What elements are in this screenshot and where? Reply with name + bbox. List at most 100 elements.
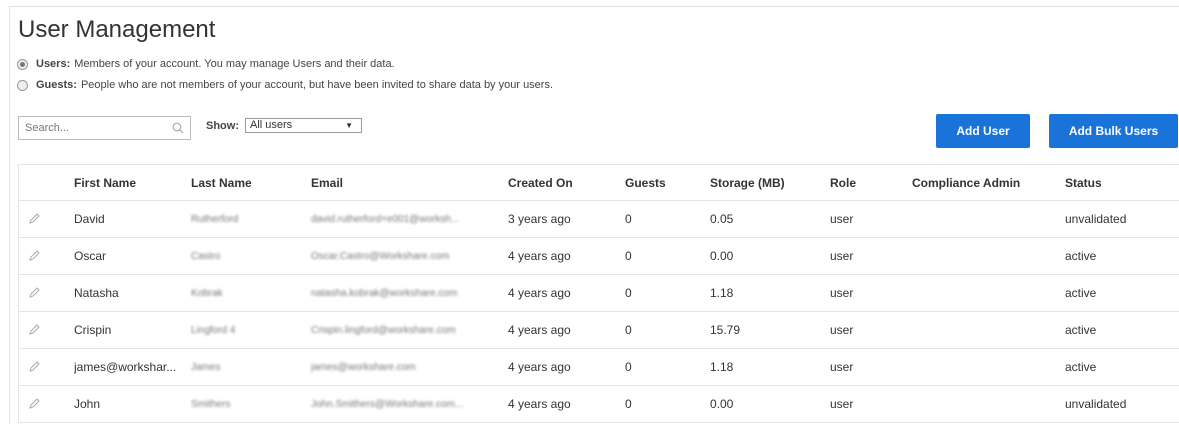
users-radio[interactable] bbox=[17, 58, 28, 70]
guests-radio-description: People who are not members of your accou… bbox=[80, 79, 554, 91]
storage-cell: 15.79 bbox=[710, 323, 741, 337]
table-row[interactable]: james@workshar... James james@workshare.… bbox=[19, 349, 1179, 386]
search-input[interactable] bbox=[19, 117, 159, 139]
email-cell: Oscar.Castro@Workshare.com bbox=[311, 250, 450, 262]
column-header-email[interactable]: Email bbox=[311, 165, 501, 200]
edit-user-button[interactable] bbox=[27, 349, 47, 385]
created-on-cell: 4 years ago bbox=[508, 323, 571, 337]
table-row[interactable]: John Smithers John.Smithers@Workshare.co… bbox=[19, 386, 1179, 423]
role-cell: user bbox=[830, 323, 854, 337]
status-cell: unvalidated bbox=[1065, 212, 1127, 226]
compliance-admin-cell bbox=[912, 349, 1062, 385]
users-radio-label: Users: bbox=[36, 58, 71, 70]
chevron-down-icon: ▼ bbox=[345, 121, 353, 130]
pencil-icon[interactable] bbox=[27, 286, 41, 300]
pencil-icon[interactable] bbox=[27, 212, 41, 226]
role-cell: user bbox=[830, 249, 854, 263]
storage-cell: 0.00 bbox=[710, 249, 734, 263]
created-on-cell: 3 years ago bbox=[508, 212, 571, 226]
column-header-status[interactable]: Status bbox=[1065, 165, 1175, 200]
pencil-icon[interactable] bbox=[27, 249, 41, 263]
pencil-icon[interactable] bbox=[27, 360, 41, 374]
last-name-cell: Smithers bbox=[191, 398, 231, 410]
users-table: First Name Last Name Email Created On Gu… bbox=[18, 164, 1179, 423]
guests-cell: 0 bbox=[625, 397, 632, 411]
created-on-cell: 4 years ago bbox=[508, 360, 571, 374]
edit-user-button[interactable] bbox=[27, 386, 47, 422]
column-header-first-name[interactable]: First Name bbox=[74, 165, 184, 200]
guests-cell: 0 bbox=[625, 286, 632, 300]
page-border bbox=[9, 6, 1179, 7]
table-row[interactable]: Natasha Kobrak natasha.kobrak@workshare.… bbox=[19, 275, 1179, 312]
edit-user-button[interactable] bbox=[27, 275, 47, 311]
edit-user-button[interactable] bbox=[27, 312, 47, 348]
pencil-icon[interactable] bbox=[27, 323, 41, 337]
compliance-admin-cell bbox=[912, 386, 1062, 422]
email-cell: david.rutherford+e001@worksh... bbox=[311, 213, 460, 225]
first-name-cell: Crispin bbox=[74, 323, 112, 337]
storage-cell: 1.18 bbox=[710, 360, 734, 374]
first-name-cell: james@workshar... bbox=[74, 360, 177, 374]
guests-radio-option[interactable]: Guests: People who are not members of yo… bbox=[17, 79, 553, 91]
users-radio-description: Members of your account. You may manage … bbox=[74, 58, 395, 70]
add-user-button[interactable]: Add User bbox=[936, 114, 1030, 148]
pencil-icon[interactable] bbox=[27, 397, 41, 411]
email-cell: natasha.kobrak@workshare.com bbox=[311, 287, 458, 299]
compliance-admin-cell bbox=[912, 312, 1062, 348]
last-name-cell: Castro bbox=[191, 250, 221, 262]
column-header-compliance-admin[interactable]: Compliance Admin bbox=[912, 165, 1062, 200]
created-on-cell: 4 years ago bbox=[508, 397, 571, 411]
guests-cell: 0 bbox=[625, 360, 632, 374]
table-row[interactable]: Crispin Lingford 4 Crispin.lingford@work… bbox=[19, 312, 1179, 349]
page-border bbox=[9, 6, 10, 424]
compliance-admin-cell bbox=[912, 238, 1062, 274]
page-title: User Management bbox=[18, 16, 216, 43]
status-cell: active bbox=[1065, 249, 1097, 263]
last-name-cell: Rutherford bbox=[191, 213, 239, 225]
last-name-cell: James bbox=[191, 361, 221, 373]
status-cell: active bbox=[1065, 286, 1097, 300]
first-name-cell: Oscar bbox=[74, 249, 107, 263]
compliance-admin-cell bbox=[912, 201, 1062, 237]
status-cell: active bbox=[1065, 360, 1097, 374]
status-cell: unvalidated bbox=[1065, 397, 1127, 411]
role-cell: user bbox=[830, 212, 854, 226]
compliance-admin-cell bbox=[912, 275, 1062, 311]
role-cell: user bbox=[830, 360, 854, 374]
last-name-cell: Kobrak bbox=[191, 287, 223, 299]
table-row[interactable]: David Rutherford david.rutherford+e001@w… bbox=[19, 201, 1179, 238]
last-name-cell: Lingford 4 bbox=[191, 324, 236, 336]
show-filter-label: Show: bbox=[206, 120, 239, 132]
users-radio-option[interactable]: Users: Members of your account. You may … bbox=[17, 58, 395, 70]
show-filter-select[interactable]: All users ▼ bbox=[245, 118, 362, 133]
first-name-cell: David bbox=[74, 212, 105, 226]
email-cell: james@workshare.com bbox=[311, 361, 416, 373]
first-name-cell: John bbox=[74, 397, 101, 411]
column-header-guests[interactable]: Guests bbox=[625, 165, 685, 200]
guests-cell: 0 bbox=[625, 249, 632, 263]
column-header-last-name[interactable]: Last Name bbox=[191, 165, 301, 200]
guests-cell: 0 bbox=[625, 212, 632, 226]
edit-user-button[interactable] bbox=[27, 201, 47, 237]
add-bulk-users-button[interactable]: Add Bulk Users bbox=[1049, 114, 1178, 148]
created-on-cell: 4 years ago bbox=[508, 249, 571, 263]
show-filter-value: All users bbox=[250, 119, 293, 131]
column-header-storage[interactable]: Storage (MB) bbox=[710, 165, 790, 200]
first-name-cell: Natasha bbox=[74, 286, 119, 300]
role-cell: user bbox=[830, 286, 854, 300]
column-header-role[interactable]: Role bbox=[830, 165, 890, 200]
created-on-cell: 4 years ago bbox=[508, 286, 571, 300]
search-icon[interactable] bbox=[172, 122, 184, 134]
table-header-row: First Name Last Name Email Created On Gu… bbox=[19, 165, 1179, 201]
storage-cell: 0.00 bbox=[710, 397, 734, 411]
email-cell: John.Smithers@Workshare.com... bbox=[311, 398, 464, 410]
search-box[interactable] bbox=[18, 116, 191, 140]
table-row[interactable]: Oscar Castro Oscar.Castro@Workshare.com … bbox=[19, 238, 1179, 275]
guests-radio-label: Guests: bbox=[36, 79, 77, 91]
role-cell: user bbox=[830, 397, 854, 411]
edit-user-button[interactable] bbox=[27, 238, 47, 274]
storage-cell: 1.18 bbox=[710, 286, 734, 300]
column-header-created-on[interactable]: Created On bbox=[508, 165, 608, 200]
storage-cell: 0.05 bbox=[710, 212, 734, 226]
guests-radio[interactable] bbox=[17, 79, 28, 91]
